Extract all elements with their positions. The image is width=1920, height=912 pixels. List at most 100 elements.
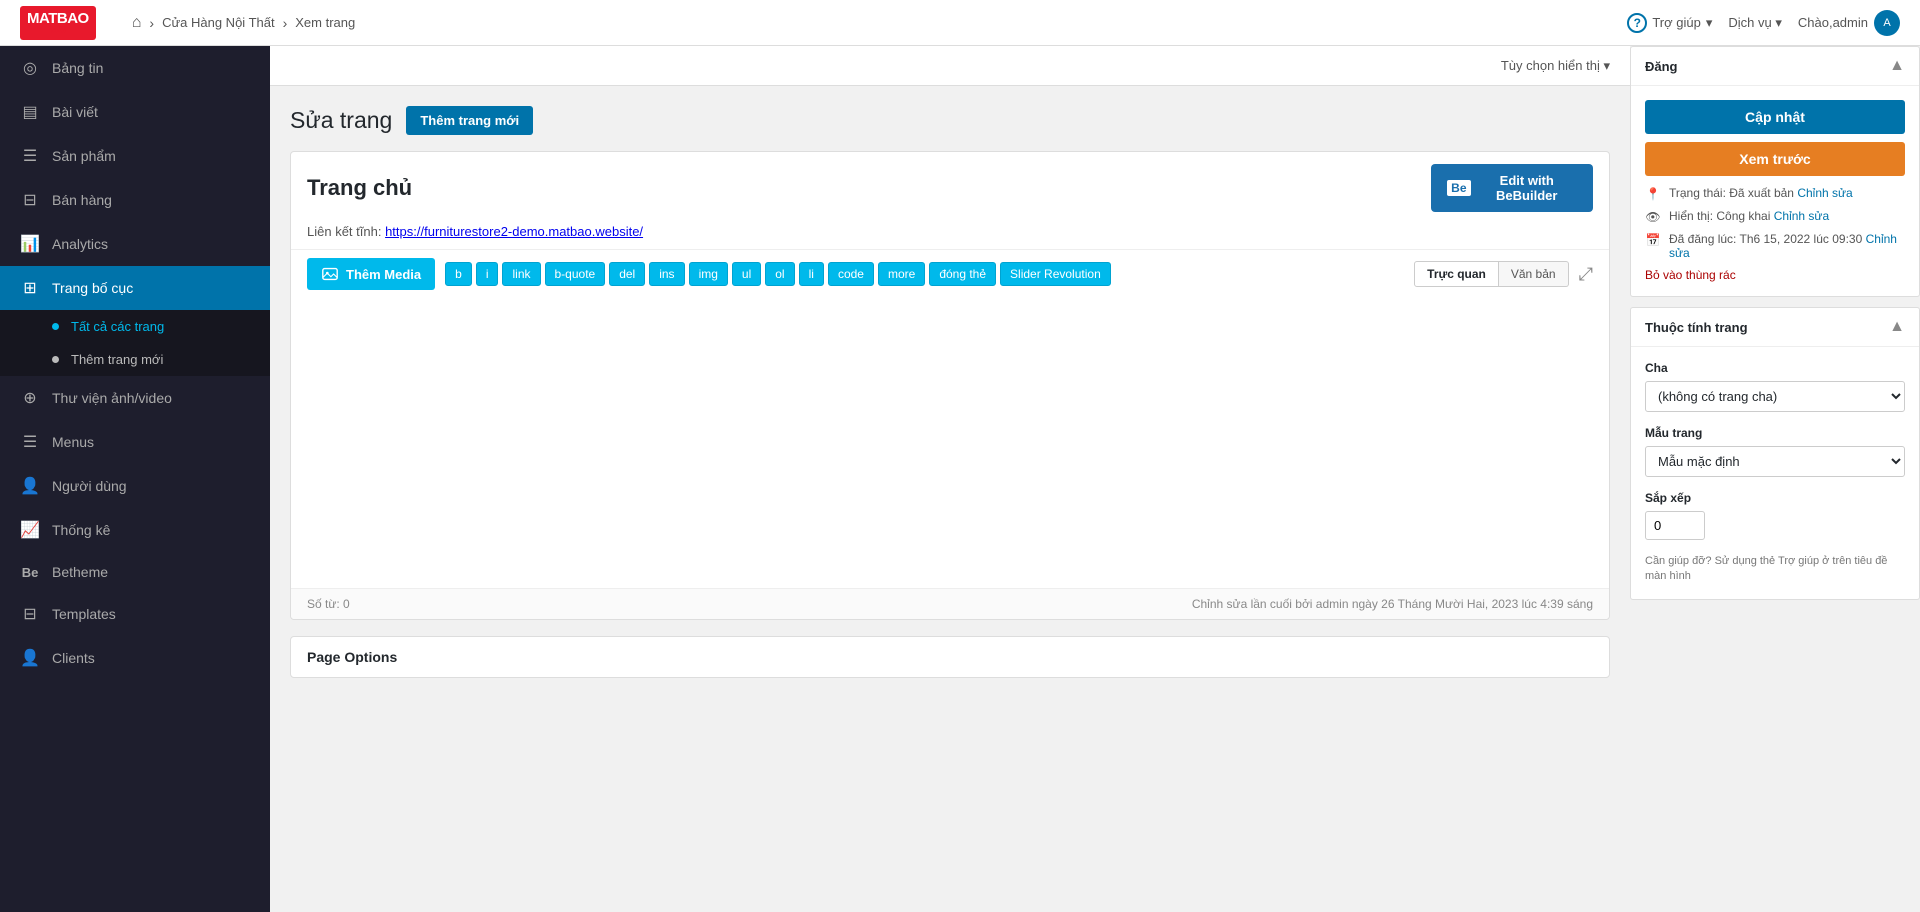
text-tab-button[interactable]: Văn bản bbox=[1499, 261, 1569, 287]
edit-card-header: Be Edit with BeBuilder bbox=[291, 152, 1609, 224]
editor-toolbar-row: Thêm Media b i link b-quote del ins img … bbox=[291, 249, 1609, 298]
sidebar-item-bang-tin[interactable]: ◎ Bảng tin bbox=[0, 46, 270, 90]
dashboard-icon: ◎ bbox=[20, 58, 40, 78]
template-select[interactable]: Mẫu mặc định bbox=[1645, 446, 1905, 477]
sidebar-item-menus[interactable]: ☰ Menus bbox=[0, 420, 270, 464]
expand-editor-button[interactable]: ⤢ bbox=[1579, 264, 1593, 285]
help-text: Cần giúp đỡ? Sử dụng thẻ Trợ giúp ở trên… bbox=[1645, 554, 1905, 585]
attributes-panel: Thuộc tính trang ▲ Cha (không có trang c… bbox=[1630, 307, 1920, 600]
analytics-icon: 📊 bbox=[20, 234, 40, 254]
add-media-button[interactable]: Thêm Media bbox=[307, 258, 435, 290]
layout: ◎ Bảng tin ▤ Bài viết ☰ Sản phẩm ⊟ Bán h… bbox=[0, 46, 1920, 912]
visibility-icon: 👁 bbox=[1645, 210, 1661, 224]
sidebar-item-clients[interactable]: 👤 Clients bbox=[0, 636, 270, 680]
page-options-bar: Page Options bbox=[290, 636, 1610, 678]
publish-collapse-icon[interactable]: ▲ bbox=[1889, 57, 1905, 75]
sidebar-item-betheme[interactable]: Be Betheme bbox=[0, 552, 270, 592]
publish-panel-header: Đăng ▲ bbox=[1631, 47, 1919, 86]
edit-card: Be Edit with BeBuilder Liên kết tĩnh: ht… bbox=[290, 151, 1610, 620]
order-label: Sắp xếp bbox=[1645, 491, 1905, 505]
close-tag-button[interactable]: đóng thẻ bbox=[929, 262, 996, 286]
topbar: MATBAO WS ⌂ › Cửa Hàng Nội Thất › Xem tr… bbox=[0, 0, 1920, 46]
italic-button[interactable]: i bbox=[476, 262, 499, 286]
sidebar-item-nguoi-dung[interactable]: 👤 Người dùng bbox=[0, 464, 270, 508]
betheme-icon: Be bbox=[20, 565, 40, 580]
visual-tab-button[interactable]: Trực quan bbox=[1414, 261, 1499, 287]
editor-view-tabs: Trực quan Văn bản bbox=[1414, 261, 1568, 287]
ins-button[interactable]: ins bbox=[649, 262, 684, 286]
publish-panel-body: Cập nhật Xem trước 📍 Trạng thái: Đã xuất… bbox=[1631, 86, 1919, 296]
ol-button[interactable]: ol bbox=[765, 262, 794, 286]
status-edit-link[interactable]: Chỉnh sửa bbox=[1797, 186, 1852, 200]
sidebar-item-templates[interactable]: ⊟ Templates bbox=[0, 592, 270, 636]
trash-link[interactable]: Bỏ vào thùng rác bbox=[1645, 268, 1905, 282]
sidebar-item-ban-hang[interactable]: ⊟ Bán hàng bbox=[0, 178, 270, 222]
avatar: A bbox=[1874, 10, 1900, 36]
last-edited: Chỉnh sửa lần cuối bởi admin ngày 26 Thá… bbox=[1192, 597, 1593, 611]
word-count: Số từ: 0 bbox=[307, 597, 350, 611]
ul-button[interactable]: ul bbox=[732, 262, 761, 286]
permalink-link[interactable]: https://furniturestore2-demo.matbao.webs… bbox=[385, 224, 643, 239]
page-options-title: Page Options bbox=[307, 649, 397, 665]
parent-label: Cha bbox=[1645, 361, 1905, 375]
blockquote-button[interactable]: b-quote bbox=[545, 262, 606, 286]
topbar-right: ? Trợ giúp ▾ Dịch vụ ▾ Chào,admin A bbox=[1627, 10, 1900, 36]
add-media-icon bbox=[321, 265, 339, 283]
breadcrumb-view[interactable]: Xem trang bbox=[295, 15, 355, 30]
link-button[interactable]: link bbox=[502, 262, 540, 286]
sidebar-item-trang-bo-cuc[interactable]: ⊞ Trang bố cục bbox=[0, 266, 270, 310]
status-row: 📍 Trạng thái: Đã xuất bản Chỉnh sửa bbox=[1645, 186, 1905, 201]
sidebar-item-thu-vien[interactable]: ⊕ Thư viện ảnh/video bbox=[0, 376, 270, 420]
editor-area[interactable] bbox=[291, 298, 1609, 588]
media-icon: ⊕ bbox=[20, 388, 40, 408]
menus-icon: ☰ bbox=[20, 432, 40, 452]
sidebar-item-analytics[interactable]: 📊 Analytics bbox=[0, 222, 270, 266]
users-icon: 👤 bbox=[20, 476, 40, 496]
display-options-button[interactable]: Tùy chọn hiển thị ▾ bbox=[1501, 58, 1610, 74]
order-field-group: Sắp xếp bbox=[1645, 491, 1905, 540]
post-icon: ▤ bbox=[20, 102, 40, 122]
page-heading: Sửa trang bbox=[290, 107, 392, 134]
logo: MATBAO WS bbox=[20, 6, 96, 40]
li-button[interactable]: li bbox=[799, 262, 824, 286]
user-menu[interactable]: Chào,admin A bbox=[1798, 10, 1900, 36]
update-button[interactable]: Cập nhật bbox=[1645, 100, 1905, 134]
bold-button[interactable]: b bbox=[445, 262, 472, 286]
pages-icon: ⊞ bbox=[20, 278, 40, 298]
main-content: Sửa trang Thêm trang mới Be Edit with Be… bbox=[270, 86, 1630, 912]
visibility-edit-link[interactable]: Chỉnh sửa bbox=[1774, 209, 1829, 223]
slider-revolution-button[interactable]: Slider Revolution bbox=[1000, 262, 1111, 286]
parent-select[interactable]: (không có trang cha) bbox=[1645, 381, 1905, 412]
service-button[interactable]: Dịch vụ ▾ bbox=[1728, 15, 1782, 31]
del-button[interactable]: del bbox=[609, 262, 645, 286]
attributes-collapse-icon[interactable]: ▲ bbox=[1889, 318, 1905, 336]
date-icon: 📅 bbox=[1645, 233, 1661, 247]
home-icon[interactable]: ⌂ bbox=[132, 14, 142, 32]
date-row: 📅 Đã đăng lúc: Th6 15, 2022 lúc 09:30 Ch… bbox=[1645, 232, 1905, 260]
visibility-row: 👁 Hiển thị: Công khai Chỉnh sửa bbox=[1645, 209, 1905, 224]
sidebar-sub-tat-ca-cac-trang[interactable]: Tất cả các trang bbox=[0, 310, 270, 343]
img-button[interactable]: img bbox=[689, 262, 728, 286]
sidebar-item-bai-viet[interactable]: ▤ Bài viết bbox=[0, 90, 270, 134]
right-sidebar: Đăng ▲ Cập nhật Xem trước 📍 Trạng thái: … bbox=[1630, 46, 1920, 912]
bebuilder-button[interactable]: Be Edit with BeBuilder bbox=[1431, 164, 1593, 212]
order-input[interactable] bbox=[1645, 511, 1705, 540]
stats-icon: 📈 bbox=[20, 520, 40, 540]
status-icon: 📍 bbox=[1645, 187, 1661, 201]
sidebar-item-thong-ke[interactable]: 📈 Thống kê bbox=[0, 508, 270, 552]
breadcrumb: ⌂ › Cửa Hàng Nội Thất › Xem trang bbox=[132, 14, 1612, 32]
template-field-group: Mẫu trang Mẫu mặc định bbox=[1645, 426, 1905, 477]
permalink-row: Liên kết tĩnh: https://furniturestore2-d… bbox=[291, 224, 1609, 249]
sidebar-sub-them-trang-moi[interactable]: Thêm trang mới bbox=[0, 343, 270, 376]
more-button[interactable]: more bbox=[878, 262, 925, 286]
code-button[interactable]: code bbox=[828, 262, 874, 286]
sidebar: ◎ Bảng tin ▤ Bài viết ☰ Sản phẩm ⊟ Bán h… bbox=[0, 46, 270, 912]
attributes-panel-body: Cha (không có trang cha) Mẫu trang Mẫu m… bbox=[1631, 347, 1919, 599]
page-title-input[interactable] bbox=[307, 175, 1431, 201]
sidebar-item-san-pham[interactable]: ☰ Sản phẩm bbox=[0, 134, 270, 178]
preview-button[interactable]: Xem trước bbox=[1645, 142, 1905, 176]
help-button[interactable]: ? Trợ giúp ▾ bbox=[1627, 13, 1712, 33]
attributes-panel-header: Thuộc tính trang ▲ bbox=[1631, 308, 1919, 347]
add-new-page-button[interactable]: Thêm trang mới bbox=[406, 106, 533, 135]
product-icon: ☰ bbox=[20, 146, 40, 166]
